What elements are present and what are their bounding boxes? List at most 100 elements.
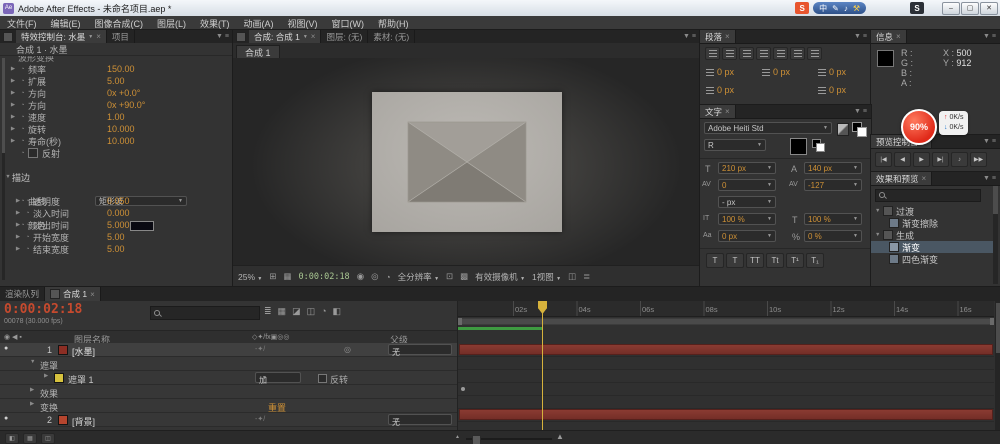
transport-button[interactable]: ▶ [913, 152, 930, 167]
property-value[interactable]: 5.00 [107, 232, 125, 242]
font-family-dropdown[interactable]: Adobe Heiti Std▼ [704, 122, 832, 134]
fill-stroke-swatches[interactable] [852, 122, 866, 135]
transport-button[interactable]: ▶▶ [970, 152, 987, 167]
roi-icon[interactable]: ⊡ [446, 271, 453, 282]
twirl-icon[interactable]: ▶ [9, 66, 17, 72]
align-button[interactable] [722, 47, 737, 60]
tab-effects-presets[interactable]: 效果和预览× [871, 172, 932, 185]
transport-button[interactable]: ▶| [932, 152, 949, 167]
chevron-down-icon[interactable]: ▼ [88, 34, 93, 40]
layer-bar[interactable] [459, 344, 993, 355]
layer-switches[interactable]: -✦/ [255, 415, 265, 423]
align-button[interactable] [739, 47, 754, 60]
property-value[interactable]: 0x +0.0° [107, 88, 140, 98]
layer-row-2[interactable]: ● 2 [背景] -✦/ 无▼ [0, 413, 457, 427]
column-switches-icons[interactable]: ◇✦/fx▣◎◎ [252, 333, 289, 341]
menu-item[interactable]: 帮助(H) [371, 17, 416, 30]
align-button[interactable] [705, 47, 720, 60]
property-value[interactable]: 150.00 [107, 64, 135, 74]
scrollbar[interactable] [993, 186, 998, 284]
stopwatch-icon[interactable]: ◔ [17, 90, 28, 97]
effects-category-row[interactable]: ▼ 生成 [871, 229, 994, 241]
sogou-icon[interactable]: S [795, 2, 809, 14]
stopwatch-icon[interactable]: ◔ [22, 246, 33, 253]
proportional-spacing-field[interactable]: 0 %▼ [804, 230, 862, 242]
twirl-icon[interactable]: ▶ [9, 78, 17, 84]
s-tray-icon[interactable]: S [910, 2, 924, 14]
eyedropper-icon[interactable] [837, 123, 849, 136]
mini-swatches[interactable] [812, 139, 825, 152]
indent-first-field[interactable]: 0 px [762, 67, 790, 77]
property-value[interactable]: 1.00 [107, 112, 125, 122]
stopwatch-icon[interactable]: ◔ [22, 198, 33, 205]
ime-wrench-icon[interactable]: ⚒ [853, 4, 860, 13]
stopwatch-icon[interactable]: ◔ [17, 102, 28, 109]
close-icon[interactable]: × [725, 32, 730, 41]
align-button[interactable] [756, 47, 771, 60]
property-value[interactable]: 0.050 [107, 196, 130, 206]
current-time-indicator-line[interactable] [542, 301, 543, 430]
close-button[interactable]: ✕ [980, 2, 998, 15]
show-snapshot-icon[interactable]: ◎ [371, 271, 378, 282]
menu-item[interactable]: 文件(F) [0, 17, 44, 30]
menu-item[interactable]: 编辑(E) [44, 17, 88, 30]
faux-style-button[interactable]: T₁ [806, 253, 824, 268]
transport-button[interactable]: |◀ [875, 152, 892, 167]
expand-transfer-icon[interactable]: ▦ [23, 433, 37, 444]
align-button[interactable] [790, 47, 805, 60]
view-layout-dropdown[interactable]: 1视图 ▼ [532, 271, 561, 283]
timeline-toolbar-icon[interactable]: ◧ [333, 306, 342, 317]
title-bar[interactable]: Ae Adobe After Effects - 未命名项目.aep * S 中… [0, 0, 1000, 17]
sub-tab-comp1[interactable]: 合成 1 [236, 45, 280, 59]
timeline-toolbar-icon[interactable]: ◫ [307, 306, 316, 317]
faux-style-button[interactable]: T [706, 253, 724, 268]
channels-icon[interactable]: ◔ [386, 272, 391, 282]
tab-character[interactable]: 文字× [700, 105, 736, 118]
stopwatch-icon[interactable]: ◔ [17, 138, 28, 145]
timeline-toolbar-icon[interactable]: ▦ [278, 306, 287, 317]
menu-item[interactable]: 视图(V) [281, 17, 325, 30]
effect-item-row[interactable]: 渐变擦除 [871, 217, 994, 229]
panel-menu-icon[interactable]: ▼≡ [979, 135, 1000, 148]
leading-dropdown[interactable]: 140 px▼ [804, 162, 862, 174]
close-icon[interactable]: × [90, 290, 95, 299]
faux-style-button[interactable]: T [726, 253, 744, 268]
expand-inout-icon[interactable]: ◫ [41, 433, 55, 444]
work-area-end-handle[interactable] [990, 318, 994, 325]
timeline-zoom-slider[interactable] [466, 438, 552, 440]
twirl-open-icon[interactable]: ▼ [875, 208, 883, 214]
scrollbar-thumb[interactable] [996, 303, 1000, 353]
property-value[interactable]: 5.00 [107, 76, 125, 86]
layer-switches[interactable]: -✦/ [255, 345, 265, 353]
menu-item[interactable]: 动画(A) [237, 17, 281, 30]
tsume-dropdown[interactable]: - px▼ [718, 196, 776, 208]
twirl-icon[interactable]: ▶ [30, 387, 34, 393]
mask-color-chip[interactable] [54, 373, 64, 383]
tab-render-queue[interactable]: 渲染队列 [0, 287, 45, 301]
twirl-icon[interactable]: ▶ [14, 222, 22, 228]
current-timecode[interactable]: 0:00:02:18 [4, 302, 82, 317]
close-icon[interactable]: × [922, 174, 927, 183]
tab-paragraph[interactable]: 段落× [700, 30, 736, 43]
stopwatch-icon[interactable]: ◔ [22, 210, 33, 217]
panel-menu-icon[interactable]: ▼≡ [212, 30, 233, 43]
close-icon[interactable]: × [725, 107, 730, 116]
property-value[interactable]: 0.000 [107, 208, 130, 218]
twirl-icon[interactable]: ▶ [30, 401, 34, 407]
mask-1-row[interactable]: ▶ 遮罩 1 加▼ 反转 [0, 371, 457, 385]
work-area-region[interactable] [458, 319, 994, 324]
effects-search-input[interactable] [875, 189, 981, 202]
tab-layer[interactable]: 图层: (无) [321, 30, 368, 43]
twirl-icon[interactable]: ▶ [9, 114, 17, 120]
text-color-swatch[interactable] [790, 138, 807, 155]
layer-row-1[interactable]: ● 1 [水墨] -✦/ ◎ 无▼ [0, 343, 457, 357]
twirl-icon[interactable]: ▶ [9, 126, 17, 132]
twirl-icon[interactable]: ▶ [9, 102, 17, 108]
tab-timeline-comp1[interactable]: 合成 1 × [45, 287, 101, 301]
font-size-dropdown[interactable]: 210 px▼ [718, 162, 776, 174]
transform-group-row[interactable]: ▶ 变换 重置 [0, 399, 457, 413]
panel-menu-icon[interactable]: ▼≡ [850, 105, 871, 118]
viewer-timecode[interactable]: 0:00:02:18 [299, 272, 350, 282]
ime-pen-icon[interactable]: ✎ [832, 4, 839, 13]
tab-project[interactable]: 项目 [107, 30, 135, 43]
